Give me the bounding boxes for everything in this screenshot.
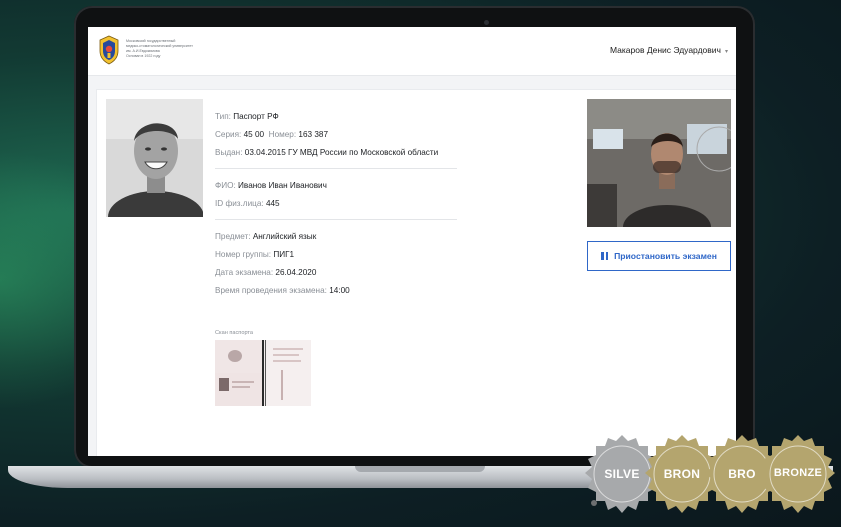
laptop-notch: [355, 466, 485, 472]
person-id-row: ID физ.лица: 445: [215, 195, 465, 213]
exam-date-row: Дата экзамена: 26.04.2020: [215, 264, 465, 282]
fio-value: Иванов Иван Иванович: [238, 181, 327, 190]
award-label: BRONZE: [773, 467, 823, 479]
subject-label: Предмет:: [215, 232, 251, 241]
subject-value: Английский язык: [252, 232, 317, 241]
student-portrait-image: [106, 99, 203, 217]
group-row: Номер группы: ПИГ1: [215, 246, 465, 264]
award-badge-bronze: BRONZE: [756, 433, 840, 517]
fio-row: ФИО: Иванов Иван Иванович: [215, 177, 465, 195]
webcam-feed: [587, 99, 731, 227]
series-label: Серия:: [215, 130, 242, 139]
fio-label: ФИО:: [215, 181, 236, 190]
issued-label: Выдан:: [215, 148, 243, 157]
pause-exam-button[interactable]: Приостановить экзамен: [587, 241, 731, 271]
issued-row: Выдан: 03.04.2015 ГУ МВД России по Моско…: [215, 144, 465, 162]
exam-date-label: Дата экзамена:: [215, 268, 274, 277]
exam-time-label: Время проведения экзамена:: [215, 286, 327, 295]
group-label: Номер группы:: [215, 250, 272, 259]
exam-date-value: 26.04.2020: [275, 268, 317, 277]
doc-type-row: Тип: Паспорт РФ: [215, 108, 465, 126]
app-header: Московский государственный медико-стомат…: [88, 27, 736, 76]
laptop-camera: [484, 20, 489, 25]
series-row: Серия: 45 00 Номер: 163 387: [215, 126, 465, 144]
university-name-line: Основан в 1922 году: [126, 54, 161, 58]
chevron-down-icon: ▾: [724, 49, 728, 55]
pause-icon: [601, 252, 609, 260]
issued-value: 03.04.2015 ГУ МВД России по Московской о…: [244, 148, 439, 157]
webcam-image: [587, 99, 731, 227]
user-menu[interactable]: Макаров Денис Эдуардович ▾: [610, 45, 728, 55]
student-info: Тип: Паспорт РФ Серия: 45 00 Номер: 163 …: [215, 108, 465, 406]
doc-type-value: Паспорт РФ: [233, 112, 279, 121]
passport-scan-thumbnail[interactable]: [215, 340, 311, 406]
group-value: ПИГ1: [273, 250, 295, 259]
number-value: 163 387: [298, 130, 329, 139]
student-card: Тип: Паспорт РФ Серия: 45 00 Номер: 163 …: [96, 89, 736, 456]
divider: [215, 219, 457, 220]
university-name: Московский государственный медико-стомат…: [126, 39, 246, 59]
person-id-value: 445: [265, 199, 280, 208]
doc-type-label: Тип:: [215, 112, 231, 121]
divider: [215, 168, 457, 169]
exam-time-value: 14:00: [329, 286, 350, 295]
series-value: 45 00: [243, 130, 265, 139]
pause-exam-label: Приостановить экзамен: [614, 251, 717, 261]
user-name: Макаров Денис Эдуардович: [609, 45, 721, 55]
exam-time-row: Время проведения экзамена: 14:00: [215, 282, 465, 300]
university-logo-icon: [99, 35, 119, 65]
subject-row: Предмет: Английский язык: [215, 228, 465, 246]
person-id-label: ID физ.лица:: [215, 199, 264, 208]
number-label: Номер:: [268, 130, 297, 139]
app-screen: Московский государственный медико-стомат…: [88, 27, 736, 456]
passport-scan-image: [215, 340, 311, 406]
student-photo: [106, 99, 203, 217]
scan-label: Скан паспорта: [215, 330, 254, 336]
